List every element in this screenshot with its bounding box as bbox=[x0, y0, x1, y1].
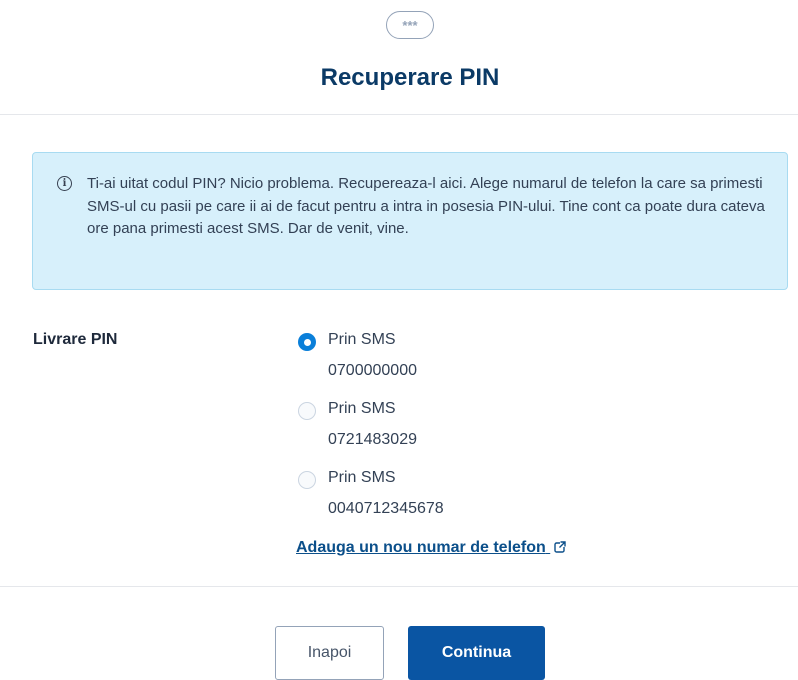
header-divider bbox=[0, 114, 798, 115]
delivery-label: Livrare PIN bbox=[33, 331, 118, 348]
radio-selected[interactable] bbox=[298, 333, 316, 351]
continue-button[interactable]: Continua bbox=[408, 626, 545, 680]
option-method: Prin SMS bbox=[328, 469, 396, 486]
back-button[interactable]: Inapoi bbox=[275, 626, 384, 680]
option-method: Prin SMS bbox=[328, 400, 396, 417]
add-phone-link-label: Adauga un nou numar de telefon bbox=[296, 539, 546, 556]
option-phone-number: 0040712345678 bbox=[328, 500, 444, 517]
external-link-icon bbox=[554, 541, 567, 553]
option-method: Prin SMS bbox=[328, 331, 396, 348]
radio-unselected[interactable] bbox=[298, 402, 316, 420]
add-phone-link[interactable]: Adauga un nou numar de telefon bbox=[296, 539, 567, 557]
info-alert: i Ti-ai uitat codul PIN? Nicio problema.… bbox=[32, 152, 788, 290]
pin-asterisks-icon: *** bbox=[386, 11, 434, 39]
pin-icon-text: *** bbox=[402, 17, 418, 33]
page-title: Recuperare PIN bbox=[320, 64, 500, 91]
option-phone-number: 0700000000 bbox=[328, 362, 417, 379]
footer-divider bbox=[0, 586, 798, 587]
radio-unselected[interactable] bbox=[298, 471, 316, 489]
info-circle-icon: i bbox=[57, 176, 72, 191]
info-text: Ti-ai uitat codul PIN? Nicio problema. R… bbox=[87, 175, 765, 237]
option-phone-number: 0721483029 bbox=[328, 431, 417, 448]
